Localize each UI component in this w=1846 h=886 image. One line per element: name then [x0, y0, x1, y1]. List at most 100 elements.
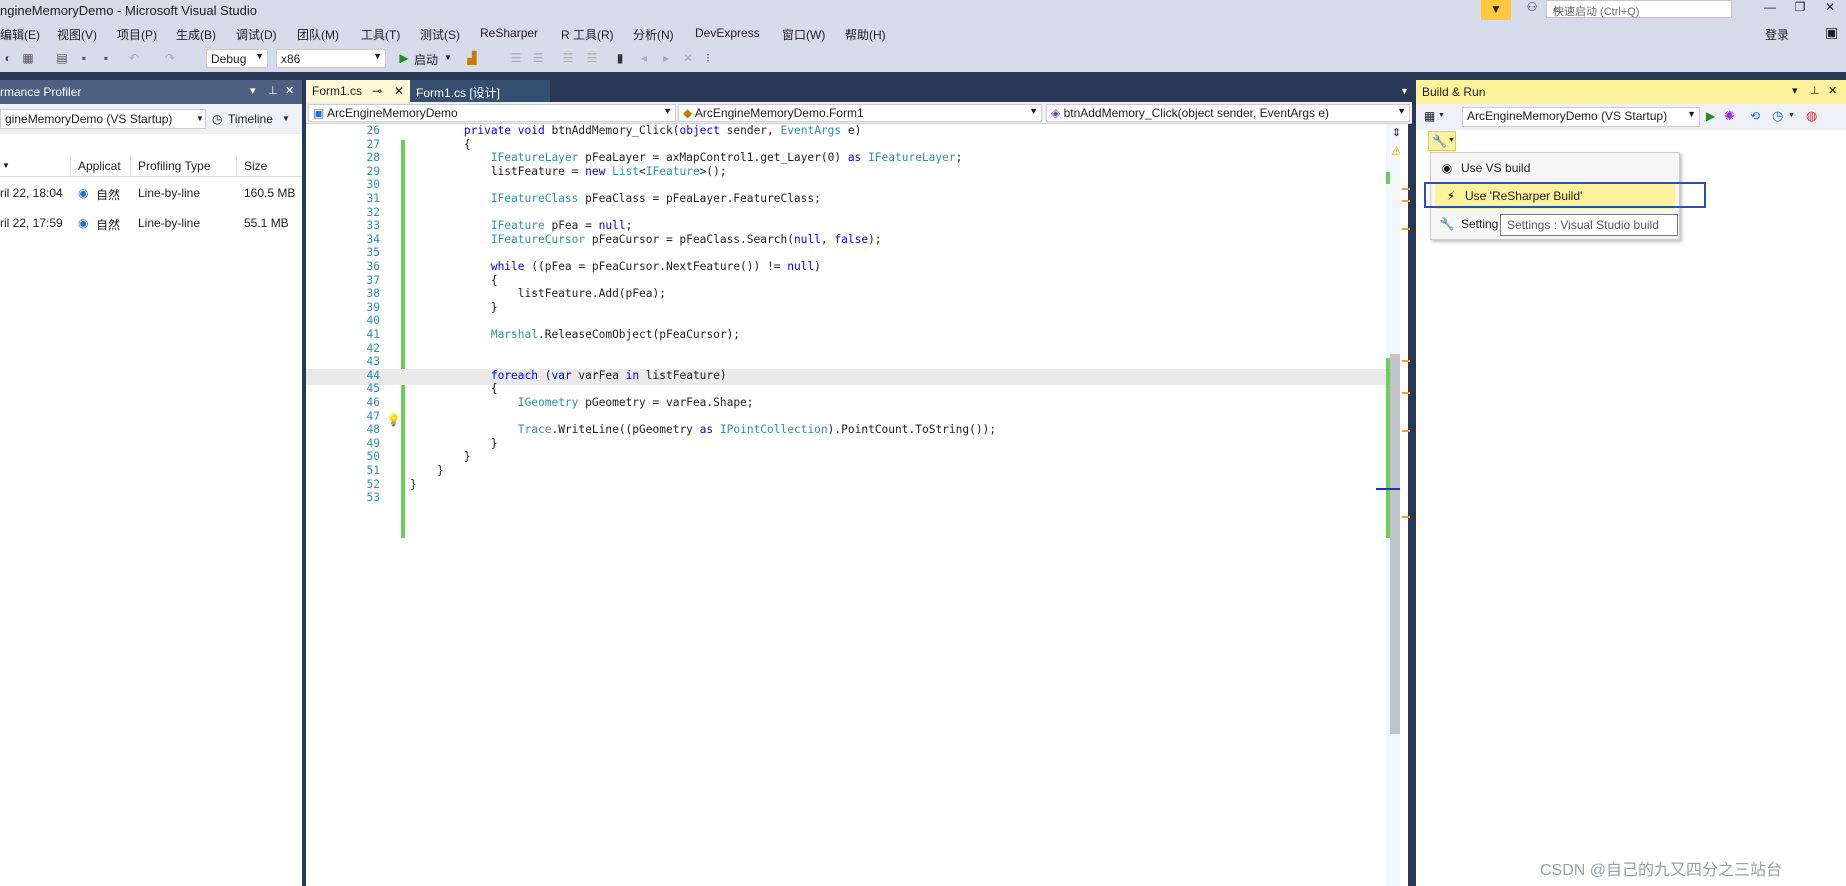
menu-window[interactable]: 窗口(W) — [782, 26, 825, 43]
dropdown-icon[interactable]: ▾ — [1792, 84, 1798, 97]
startup-project-select[interactable]: ArcEngineMemoryDemo (VS Startup) ▼ — [1462, 107, 1700, 127]
platform-select[interactable]: x86 ▼ — [276, 49, 386, 68]
clear-bookmarks-icon[interactable]: ✕ — [680, 50, 696, 66]
menu-devexpress[interactable]: DevExpress — [695, 26, 760, 40]
code-text: Marshal.ReleaseComObject(pFeaCursor); — [490, 328, 741, 341]
settings-tooltip: Settings : Visual Studio build — [1500, 214, 1678, 236]
dropdown-icon[interactable]: ▾ — [250, 84, 256, 97]
bookmark-toggle-icon[interactable]: ☰ — [508, 50, 524, 66]
class-value: ArcEngineMemoryDemo.Form1 — [694, 106, 864, 120]
next-bookmark-icon[interactable]: ▸ — [658, 50, 674, 66]
redo-icon[interactable]: ↷ — [162, 50, 178, 66]
prev-bookmark-icon[interactable]: ◂ — [636, 50, 652, 66]
line-number: 53 — [366, 491, 380, 505]
close-icon[interactable]: ✕ — [285, 84, 294, 97]
code-editor[interactable]: 26 private void btnAddMemory_Click(objec… — [306, 124, 1392, 886]
pin-icon[interactable]: ⊥ — [1810, 84, 1820, 97]
feedback-icon[interactable]: ▣ — [1825, 24, 1838, 41]
build-mode-button[interactable]: 🔧 ▼ — [1428, 131, 1456, 151]
toolbar-overflow-icon[interactable]: ⁝ — [700, 50, 716, 66]
menu-test[interactable]: 测试(S) — [420, 26, 460, 43]
menu-build[interactable]: 生成(B) — [176, 26, 216, 43]
menu-analyze[interactable]: 分析(N) — [633, 26, 674, 43]
chevron-down-icon[interactable]: ▼ — [1788, 112, 1795, 119]
comment-icon[interactable]: ☰ — [560, 50, 576, 66]
chevron-down-icon[interactable]: ▼ — [444, 53, 452, 62]
feedback-button[interactable]: ▼ — [1481, 0, 1511, 20]
close-icon[interactable]: ✕ — [1828, 84, 1837, 97]
member-select[interactable]: ◈ btnAddMemory_Click(object sender, Even… — [1046, 104, 1410, 122]
profiling-table-header: ▼ Applicat Profiling Type Size — [0, 155, 302, 177]
build-icon[interactable]: ▦ — [1424, 109, 1435, 123]
start-button[interactable]: 启动 — [414, 51, 438, 68]
sort-icon[interactable]: ▼ — [2, 161, 10, 170]
chevron-down-icon[interactable]: ▼ — [1438, 112, 1445, 119]
find-icon[interactable]: ▟ — [464, 50, 480, 66]
tab-form1-designer[interactable]: Form1.cs [设计] — [410, 80, 550, 102]
menu-resharper[interactable]: ReSharper — [480, 26, 538, 40]
rebuild-icon[interactable]: ⟲ — [1750, 109, 1760, 123]
column-application[interactable]: Applicat — [78, 159, 121, 173]
start-icon[interactable]: ▶ — [396, 50, 412, 66]
line-number: 35 — [366, 246, 380, 260]
save-all-icon[interactable]: ▪ — [98, 50, 114, 66]
menu-item-use-vs-build[interactable]: ◉ Use VS build — [1431, 155, 1679, 181]
table-row[interactable]: ril 22, 18:04 ◉ 自然 Line-by-line 160.5 MB — [0, 182, 302, 204]
code-text: private void btnAddMemory_Click(object s… — [463, 124, 862, 137]
stop-icon[interactable]: ◍ — [1806, 108, 1817, 124]
configuration-select[interactable]: Debug ▼ — [206, 49, 268, 68]
line-number: 41 — [366, 328, 380, 341]
tab-overflow-icon[interactable]: ▼ — [1400, 86, 1409, 96]
bookmark-icon[interactable]: ▮ — [612, 50, 628, 66]
menu-team[interactable]: 团队(M) — [297, 26, 339, 43]
pin-icon[interactable]: ⊸ — [372, 84, 382, 98]
back-icon[interactable]: ◐ — [0, 50, 16, 66]
settings-gear-icon[interactable]: ✺ — [1724, 108, 1735, 124]
code-line[interactable]: 53 — [306, 491, 1392, 507]
menu-tools[interactable]: 工具(T) — [361, 26, 400, 43]
search-icon: ⌕ — [1553, 2, 1560, 16]
quick-launch-input[interactable]: 快速启动 (Ctrl+Q) ⌕ — [1546, 0, 1732, 18]
lightbulb-icon[interactable]: 💡 — [386, 413, 401, 427]
project-select[interactable]: ▣ ArcEngineMemoryDemo ▼ — [308, 104, 676, 122]
menu-bar: 编辑(E) 视图(V) 项目(P) 生成(B) 调试(D) 团队(M) 工具(T… — [0, 22, 1846, 44]
configuration-value: Debug — [211, 52, 247, 66]
timer-icon[interactable]: ◷ — [1772, 108, 1783, 124]
line-number: 28 — [366, 151, 380, 165]
timeline-button[interactable]: Timeline — [228, 112, 273, 126]
table-row[interactable]: ril 22, 17:59 ◉ 自然 Line-by-line 55.1 MB — [0, 212, 302, 234]
open-file-icon[interactable]: ▤ — [54, 50, 70, 66]
menu-r-tools[interactable]: R 工具(R) — [561, 26, 614, 43]
indent-icon[interactable]: ☰ — [530, 50, 546, 66]
tab-form1-cs[interactable]: Form1.cs ⊸ ✕ — [306, 80, 410, 102]
uncomment-icon[interactable]: ☰ — [584, 50, 600, 66]
menu-debug[interactable]: 调试(D) — [236, 26, 277, 43]
menu-project[interactable]: 项目(P) — [117, 26, 157, 43]
undo-icon[interactable]: ↶ — [126, 50, 142, 66]
chevron-down-icon[interactable]: ▼ — [282, 114, 290, 123]
chevron-down-icon: ▼ — [1397, 106, 1406, 116]
new-project-icon[interactable]: ▦ — [20, 50, 36, 66]
pin-icon[interactable]: ⊥ — [268, 84, 278, 97]
csharp-project-icon: ▣ — [313, 106, 328, 120]
column-profiling-type[interactable]: Profiling Type — [138, 159, 211, 173]
minimize-button[interactable]: — — [1755, 0, 1785, 18]
line-number: 40 — [366, 314, 380, 328]
menu-edit[interactable]: 编辑(E) — [0, 26, 40, 43]
profiler-target-select[interactable]: gineMemoryDemo (VS Startup) — [0, 109, 206, 129]
close-window-button[interactable]: ✕ — [1815, 0, 1845, 18]
run-icon[interactable]: ▶ — [1706, 109, 1715, 123]
class-select[interactable]: ◆ ArcEngineMemoryDemo.Form1 ▼ — [678, 104, 1042, 122]
menu-view[interactable]: 视图(V) — [57, 26, 97, 43]
login-link[interactable]: 登录 — [1765, 26, 1789, 43]
code-text: } — [410, 300, 498, 314]
code-text: } — [410, 477, 417, 491]
account-icon[interactable]: ⚇ — [1517, 0, 1547, 18]
restore-button[interactable]: ❐ — [1785, 0, 1815, 18]
class-icon: ◆ — [683, 106, 695, 120]
code-text: { — [410, 273, 498, 287]
save-icon[interactable]: ▪ — [76, 50, 92, 66]
close-icon[interactable]: ✕ — [394, 84, 404, 98]
column-size[interactable]: Size — [244, 159, 267, 173]
menu-help[interactable]: 帮助(H) — [845, 26, 886, 43]
